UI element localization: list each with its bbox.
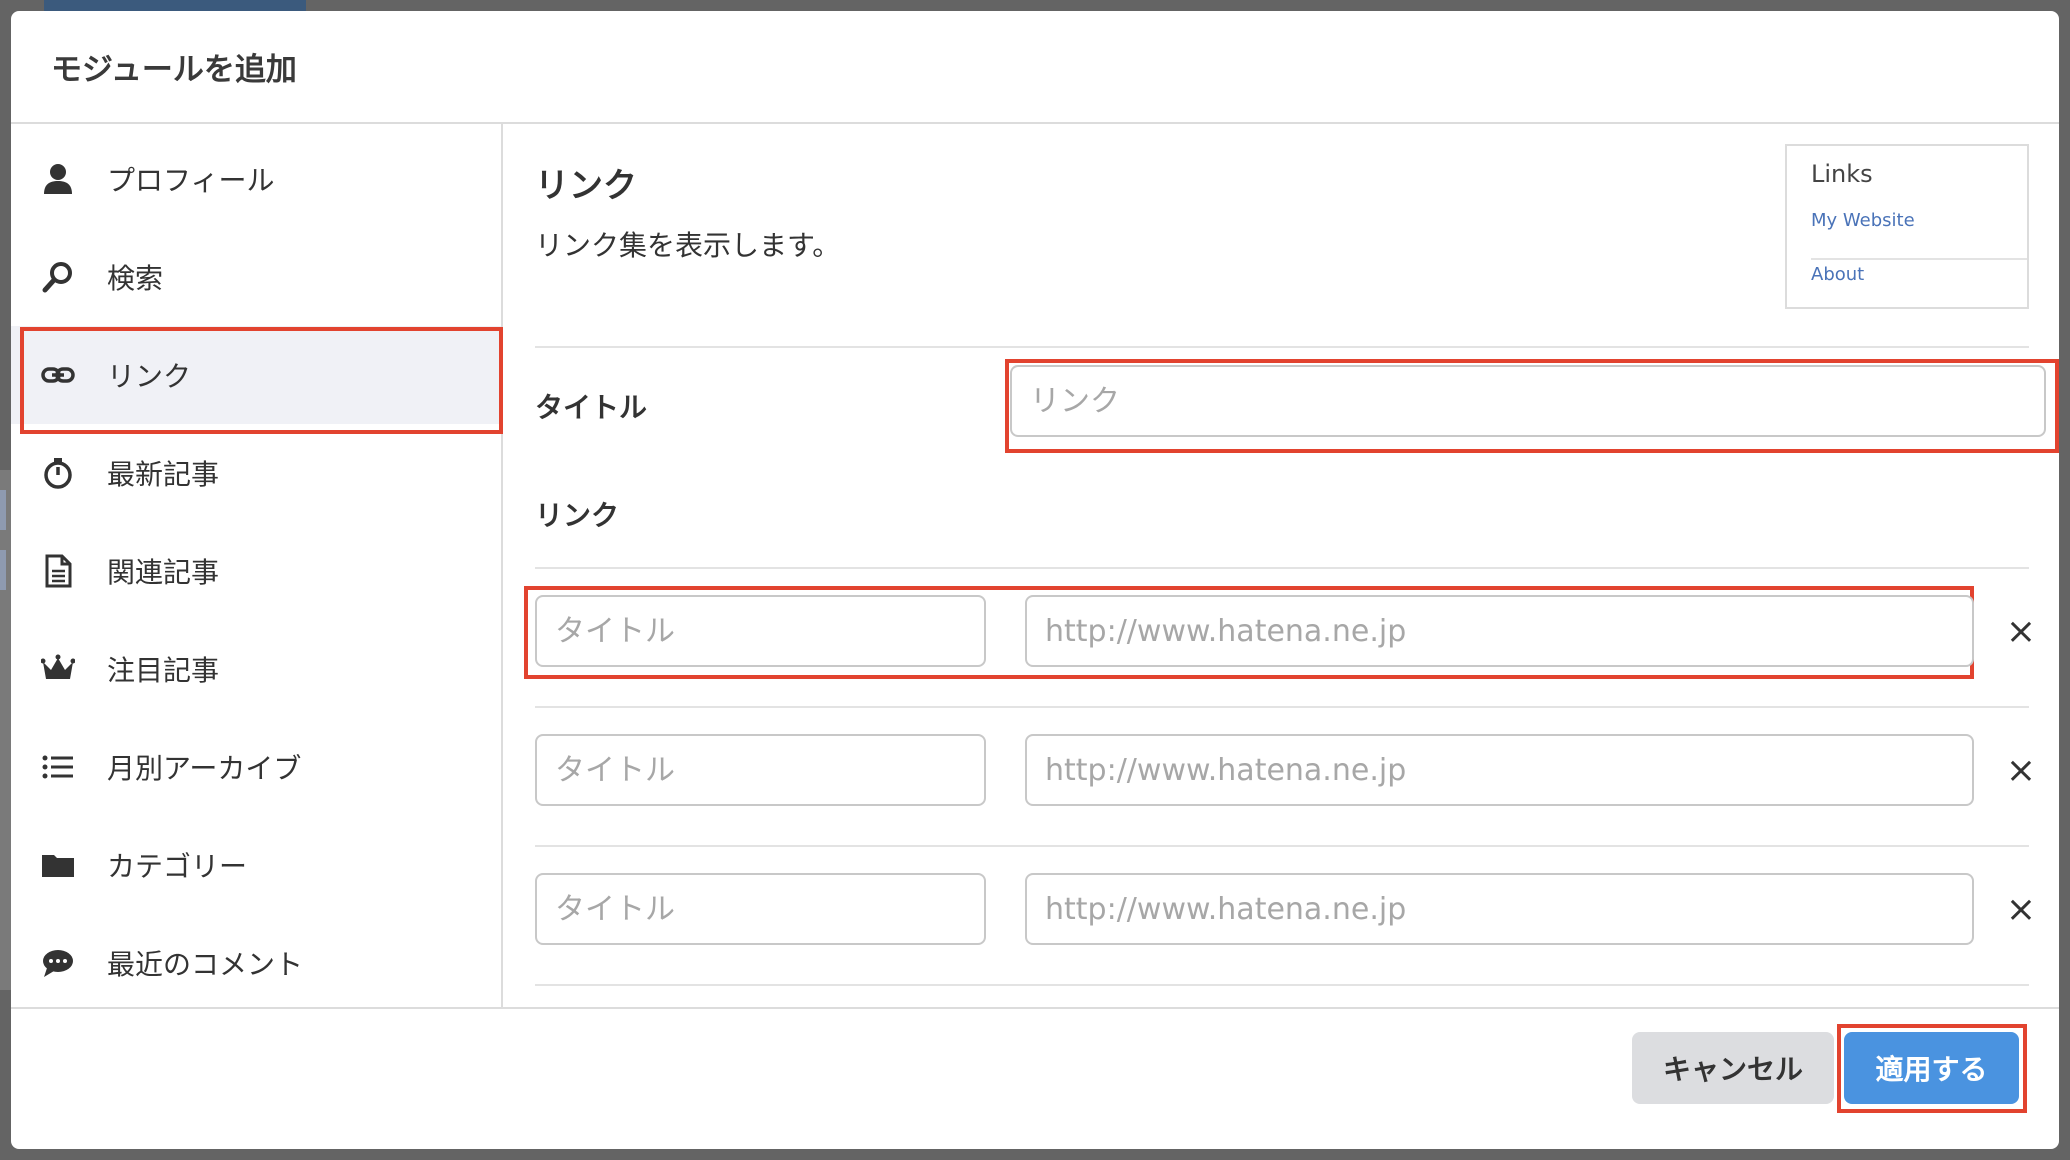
- sidebar-item-featured-posts[interactable]: 注目記事: [11, 620, 501, 718]
- remove-link-button[interactable]: ×: [1999, 609, 2043, 653]
- link-row: ×: [505, 569, 2059, 708]
- sidebar-item-recent-posts[interactable]: 最新記事: [11, 424, 501, 522]
- cancel-button[interactable]: キャンセル: [1632, 1032, 1834, 1104]
- link-url-input[interactable]: [1025, 873, 1974, 945]
- link-url-input[interactable]: [1025, 595, 1974, 667]
- comment-icon: [41, 946, 75, 980]
- link-row: ×: [505, 847, 2059, 986]
- links-section-label: リンク: [535, 499, 620, 532]
- sidebar-item-label: 最新記事: [107, 458, 220, 491]
- remove-link-button[interactable]: ×: [1999, 748, 2043, 792]
- sidebar-item-category[interactable]: カテゴリー: [11, 816, 501, 914]
- user-icon: [41, 162, 75, 196]
- search-icon: [41, 260, 75, 294]
- sidebar-item-label: カテゴリー: [107, 850, 248, 883]
- sidebar-item-label: 検索: [107, 262, 164, 295]
- folder-icon: [41, 848, 75, 882]
- background-left-strip: [0, 470, 11, 990]
- crown-icon: [41, 652, 75, 686]
- module-title: リンク: [535, 166, 637, 206]
- sidebar-item-monthly-archive[interactable]: 月別アーカイブ: [11, 718, 501, 816]
- add-module-modal: モジュールを追加 プロフィール 検索 リンク 最新記事 関連記事 注目記事 月別…: [11, 11, 2059, 1149]
- document-icon: [41, 554, 75, 588]
- preview-link: My Website: [1811, 206, 2027, 260]
- preview-title: Links: [1811, 160, 1873, 188]
- sidebar-item-link[interactable]: リンク: [11, 326, 503, 434]
- link-icon: [41, 358, 75, 392]
- module-description: リンク集を表示します。: [535, 229, 841, 262]
- divider: [535, 984, 2029, 986]
- modal-footer: キャンセル 適用する: [11, 1007, 2059, 1149]
- title-input[interactable]: [1010, 365, 2046, 437]
- sidebar-item-search[interactable]: 検索: [11, 228, 501, 326]
- remove-link-button[interactable]: ×: [1999, 887, 2043, 931]
- sidebar-item-related-posts[interactable]: 関連記事: [11, 522, 501, 620]
- link-title-input[interactable]: [535, 595, 986, 667]
- modal-body: プロフィール 検索 リンク 最新記事 関連記事 注目記事 月別アーカイブ カテゴ…: [11, 124, 2059, 1007]
- link-title-input[interactable]: [535, 873, 986, 945]
- link-title-input[interactable]: [535, 734, 986, 806]
- sidebar-item-profile[interactable]: プロフィール: [11, 130, 501, 228]
- sidebar-item-label: 注目記事: [107, 654, 220, 687]
- title-field-label: タイトル: [535, 391, 648, 424]
- sidebar-item-label: プロフィール: [107, 164, 275, 197]
- module-preview: Links My Website About: [1785, 144, 2029, 309]
- sidebar-item-label: 最近のコメント: [107, 948, 304, 981]
- module-settings: リンク リンク集を表示します。 Links My Website About タ…: [505, 124, 2059, 1007]
- modal-title: モジュールを追加: [51, 52, 297, 88]
- link-url-input[interactable]: [1025, 734, 1974, 806]
- stopwatch-icon: [41, 456, 75, 490]
- module-sidebar: プロフィール 検索 リンク 最新記事 関連記事 注目記事 月別アーカイブ カテゴ…: [11, 124, 503, 1007]
- sidebar-item-label: リンク: [107, 360, 192, 393]
- sidebar-item-label: 月別アーカイブ: [107, 752, 302, 785]
- preview-link: About: [1811, 264, 1865, 285]
- modal-header: モジュールを追加: [11, 11, 2059, 124]
- list-icon: [41, 750, 75, 784]
- divider: [535, 346, 2029, 348]
- apply-button[interactable]: 適用する: [1844, 1032, 2019, 1104]
- sidebar-item-recent-comments[interactable]: 最近のコメント: [11, 914, 501, 1012]
- link-row: ×: [505, 708, 2059, 847]
- sidebar-item-label: 関連記事: [107, 556, 220, 589]
